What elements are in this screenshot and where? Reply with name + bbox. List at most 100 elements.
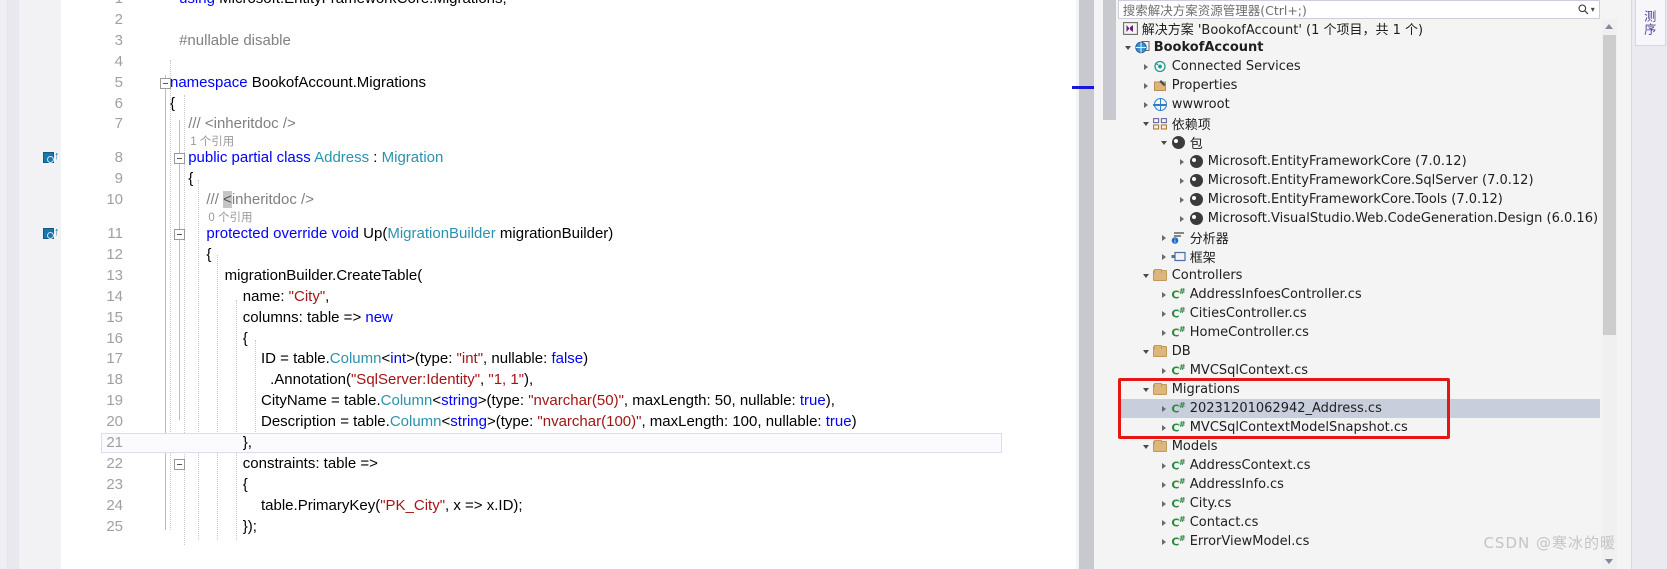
code-line[interactable]: 11 protected override void Up(MigrationBu…: [61, 224, 1068, 245]
tree-item[interactable]: i 分析器: [1118, 228, 1600, 247]
tree-item[interactable]: C# HomeController.cs: [1118, 323, 1600, 342]
collapse-toggle[interactable]: [160, 77, 171, 89]
left-scroll-thumb[interactable]: [1102, 0, 1116, 120]
editor-text-area[interactable]: 1 using Microsoft.EntityFrameworkCore.Mig…: [61, 0, 1069, 569]
tree-item[interactable]: C# AddressInfoesController.cs: [1118, 285, 1600, 304]
chevron-right-icon[interactable]: [1158, 310, 1170, 317]
chevron-down-icon[interactable]: ▾: [1591, 5, 1595, 14]
chevron-right-icon[interactable]: [1158, 424, 1170, 431]
tree-item[interactable]: Properties: [1118, 76, 1600, 95]
collapse-toggle[interactable]: [174, 458, 185, 470]
code-line[interactable]: 12 {: [61, 245, 1068, 266]
chevron-right-icon[interactable]: [1158, 234, 1170, 241]
codelens-reference-count[interactable]: 0 个引用: [208, 212, 252, 224]
code-line[interactable]: 25});: [61, 517, 1068, 538]
tree-item[interactable]: C# Contact.cs: [1118, 513, 1600, 532]
code-line[interactable]: 5 namespace BookofAccount.Migrations: [61, 73, 1068, 94]
tree-item[interactable]: C# MVCSqlContext.cs: [1118, 361, 1600, 380]
chevron-right-icon[interactable]: [1158, 329, 1170, 336]
chevron-right-icon[interactable]: [1176, 196, 1188, 203]
scroll-down-button[interactable]: [1602, 554, 1617, 569]
chevron-right-icon[interactable]: [1176, 177, 1188, 184]
chevron-down-icon[interactable]: [1140, 273, 1152, 278]
tree-item[interactable]: BookofAccount: [1118, 38, 1600, 57]
tree-item[interactable]: 框架: [1118, 247, 1600, 266]
tree-item[interactable]: Microsoft.EntityFrameworkCore.SqlServer …: [1118, 171, 1600, 190]
editor-vertical-scrollbar[interactable]: [1068, 0, 1095, 569]
tree-item[interactable]: Connected Services: [1118, 57, 1600, 76]
code-line[interactable]: 3 #nullable disable: [61, 31, 1068, 52]
tree-item[interactable]: Migrations: [1118, 380, 1600, 399]
chevron-right-icon[interactable]: [1158, 291, 1170, 298]
chevron-right-icon[interactable]: [1158, 462, 1170, 469]
chevron-right-icon[interactable]: [1158, 367, 1170, 374]
solution-explorer-search-box[interactable]: 搜索解决方案资源管理器(Ctrl+;) ▾: [1117, 0, 1600, 19]
code-line[interactable]: 9{: [61, 169, 1068, 190]
chevron-right-icon[interactable]: [1176, 215, 1188, 222]
code-line[interactable]: 4: [61, 52, 1068, 73]
codelens-glyph-icon[interactable]: ↑: [43, 151, 60, 165]
solution-explorer-tree[interactable]: 解决方案 'BookofAccount' (1 个项目，共 1 个) Bookof…: [1117, 19, 1600, 569]
tree-item[interactable]: Microsoft.EntityFrameworkCore.Tools (7.0…: [1118, 190, 1600, 209]
chevron-right-icon[interactable]: [1158, 519, 1170, 526]
code-line[interactable]: 16 {: [61, 329, 1068, 350]
solution-root-node[interactable]: 解决方案 'BookofAccount' (1 个项目，共 1 个): [1118, 19, 1600, 38]
chevron-right-icon[interactable]: [1158, 538, 1170, 545]
vertical-tool-tab[interactable]: 测序: [1634, 0, 1666, 46]
tree-item[interactable]: C# AddressContext.cs: [1118, 456, 1600, 475]
code-line[interactable]: 7 /// <inheritdoc />: [61, 114, 1068, 135]
tree-item[interactable]: DB: [1118, 342, 1600, 361]
tree-item[interactable]: Models: [1118, 437, 1600, 456]
chevron-right-icon[interactable]: [1176, 158, 1188, 165]
chevron-down-icon[interactable]: [1140, 387, 1152, 392]
collapse-toggle[interactable]: [174, 153, 185, 165]
chevron-right-icon[interactable]: [1140, 82, 1152, 89]
tree-item[interactable]: Microsoft.VisualStudio.Web.CodeGeneratio…: [1118, 209, 1600, 228]
tree-item[interactable]: Controllers: [1118, 266, 1600, 285]
chevron-down-icon[interactable]: [1158, 140, 1170, 145]
chevron-down-icon[interactable]: [1140, 444, 1152, 449]
code-line[interactable]: 23 {: [61, 475, 1068, 496]
chevron-right-icon[interactable]: [1140, 63, 1152, 70]
code-line[interactable]: 6{: [61, 94, 1068, 115]
editor-glyph-margin[interactable]: ↑ ↑: [19, 0, 61, 569]
chevron-right-icon[interactable]: [1158, 481, 1170, 488]
collapse-toggle[interactable]: [174, 229, 185, 240]
solution-explorer-scrollbar[interactable]: [1601, 19, 1617, 569]
tree-item-selected[interactable]: C# 20231201062942_Address.cs: [1117, 399, 1600, 418]
scroll-up-button[interactable]: [1602, 19, 1617, 34]
solution-scroll-thumb[interactable]: [1602, 35, 1616, 335]
tree-item[interactable]: C# MVCSqlContextModelSnapshot.cs: [1118, 418, 1600, 437]
code-line[interactable]: 1 using Microsoft.EntityFrameworkCore.Mig…: [61, 0, 1068, 10]
code-line[interactable]: 20 Description = table.Column<string>(typ…: [61, 412, 1068, 433]
chevron-down-icon[interactable]: [1122, 45, 1134, 50]
code-line[interactable]: 2: [61, 10, 1068, 31]
code-line[interactable]: 13 migrationBuilder.CreateTable(: [61, 266, 1068, 287]
chevron-right-icon[interactable]: [1158, 253, 1170, 260]
chevron-right-icon[interactable]: [1140, 101, 1152, 108]
chevron-right-icon[interactable]: [1158, 500, 1170, 507]
codelens-reference-count[interactable]: 1 个引用: [190, 136, 234, 148]
code-line[interactable]: 24 table.PrimaryKey("PK_City", x => x.ID)…: [61, 496, 1068, 517]
search-icon[interactable]: ▾: [1578, 4, 1595, 15]
tree-item[interactable]: 包: [1118, 133, 1600, 152]
code-line[interactable]: 19 CityName = table.Column<string>(type: …: [61, 391, 1068, 412]
code-line[interactable]: 21},: [61, 433, 1068, 454]
code-line[interactable]: 8 public partial class Address : Migratio…: [61, 148, 1068, 169]
tree-item[interactable]: 依赖项: [1118, 114, 1600, 133]
chevron-down-icon[interactable]: [1140, 349, 1152, 354]
code-line[interactable]: 14 name: "City",: [61, 287, 1068, 308]
code-line[interactable]: 10 /// <inheritdoc />: [61, 190, 1068, 211]
code-line[interactable]: 17 ID = table.Column<int>(type: "int", nu…: [61, 349, 1068, 370]
chevron-down-icon[interactable]: [1140, 121, 1152, 126]
codelens-glyph-icon[interactable]: ↑: [43, 227, 60, 241]
code-line[interactable]: 22 constraints: table =>: [61, 454, 1068, 475]
tree-item[interactable]: C# CitiesController.cs: [1118, 304, 1600, 323]
chevron-right-icon[interactable]: [1158, 405, 1170, 412]
code-line[interactable]: 15 columns: table => new: [61, 308, 1068, 329]
code-line[interactable]: 18 .Annotation("SqlServer:Identity", "1, …: [61, 370, 1068, 391]
tree-item[interactable]: wwwroot: [1118, 95, 1600, 114]
tree-item[interactable]: C# City.cs: [1118, 494, 1600, 513]
tree-item[interactable]: Microsoft.EntityFrameworkCore (7.0.12): [1118, 152, 1600, 171]
tree-item[interactable]: C# AddressInfo.cs: [1118, 475, 1600, 494]
